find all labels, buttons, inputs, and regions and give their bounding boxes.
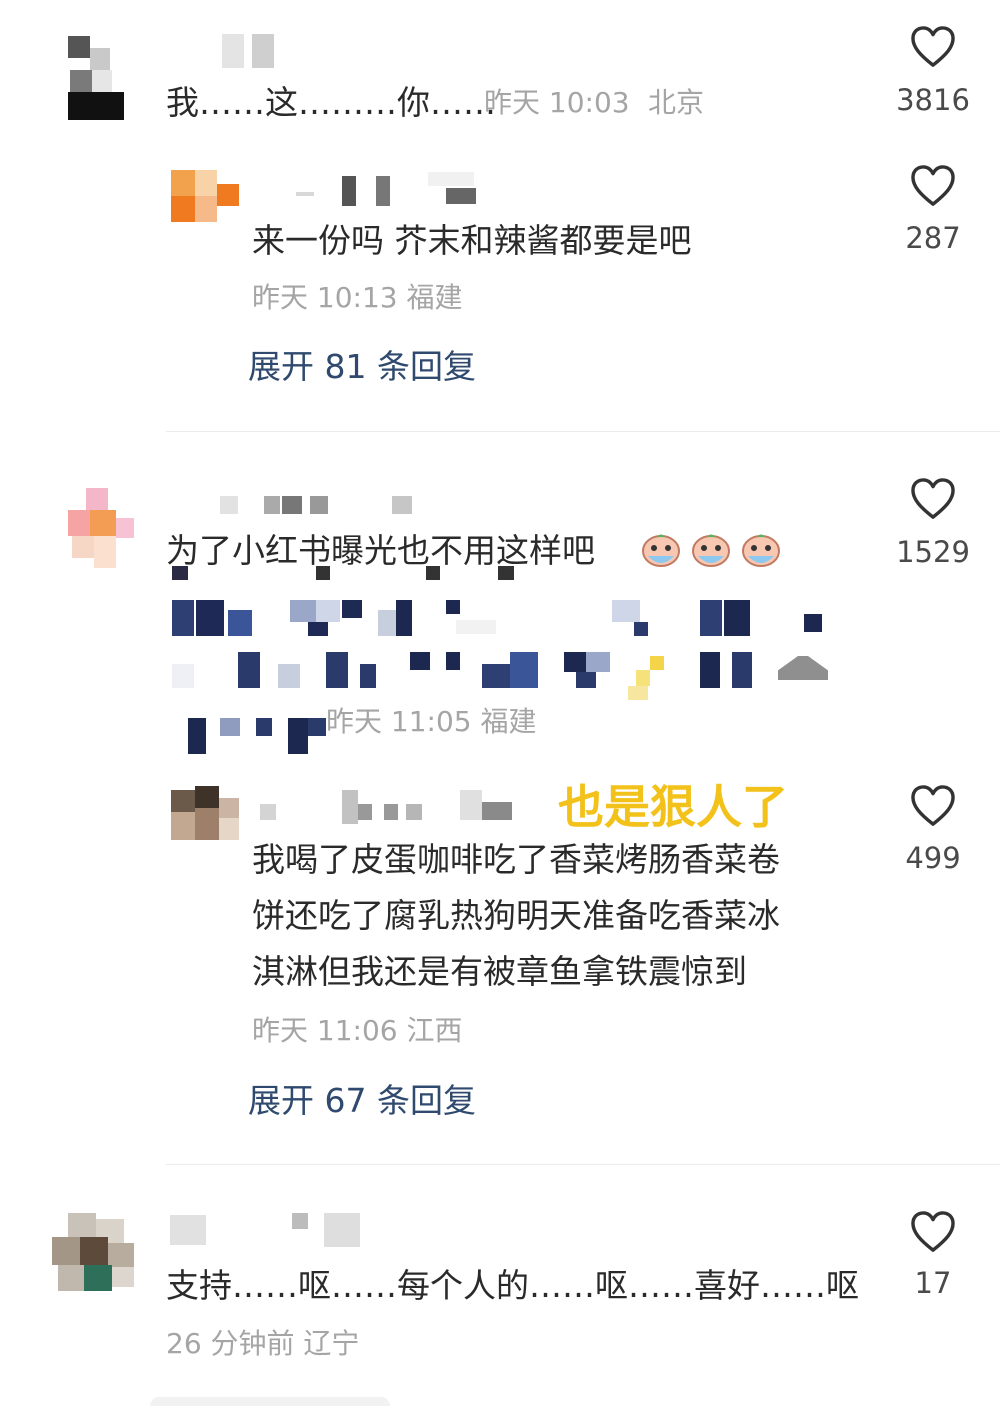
like-count: 3816 [896, 83, 970, 117]
comment-3: 支持……呕……每个人的……呕……喜好……呕 26 分钟前 辽宁 17 [0, 1165, 1000, 1406]
comment-text: 我……这………你…… [166, 83, 496, 122]
comment-location: 北京 [648, 86, 705, 119]
expand-replies-button[interactable]: 展开 67 条回复 [248, 1084, 476, 1117]
avatar[interactable] [66, 488, 136, 572]
comment-text: 支持……呕……每个人的……呕……喜好……呕 [166, 1266, 859, 1305]
like-count: 287 [905, 221, 961, 255]
reply-meta: 昨天 10:13 福建 [252, 281, 463, 314]
reply-username-blurred[interactable] [256, 790, 518, 824]
heart-outline-icon[interactable] [910, 26, 956, 68]
reply-text: 来一份吗 芥末和辣酱都要是吧 [252, 221, 692, 260]
reply-text-line: 饼还吃了腐乳热狗明天准备吃香菜冰 [252, 896, 780, 935]
comment-meta: 昨天 11:05 福建 [326, 705, 537, 738]
annotation-text: 也是狠人了 [558, 780, 788, 834]
avatar[interactable] [66, 36, 126, 120]
comment-text: 为了小红书曝光也不用这样吧 [166, 531, 595, 570]
like-count: 499 [905, 841, 961, 875]
like-count: 1529 [896, 535, 970, 569]
reply-avatar[interactable] [171, 786, 241, 842]
avatar[interactable] [52, 1213, 136, 1297]
username-blurred[interactable] [222, 34, 278, 68]
comment-2: 为了小红书曝光也不用这样吧 昨天 11:05 福建 1529 也是狠人了 我喝了… [0, 432, 1000, 1162]
expand-replies-button[interactable]: 展开 81 条回复 [248, 350, 476, 383]
reply-username-blurred[interactable] [296, 172, 516, 206]
like-count: 17 [914, 1266, 952, 1300]
comment-time: 昨天 10:03 [484, 86, 630, 119]
reply-avatar[interactable] [171, 170, 241, 222]
heart-outline-icon[interactable] [910, 1211, 956, 1253]
username-blurred[interactable] [170, 1213, 370, 1247]
username-blurred[interactable] [170, 492, 420, 516]
next-comment-avatar [150, 1397, 390, 1406]
heart-outline-icon[interactable] [910, 785, 956, 827]
reply-text-line: 淇淋但我还是有被章鱼拿铁震惊到 [252, 952, 747, 991]
reply-meta: 昨天 11:06 江西 [252, 1014, 463, 1047]
reply-text-line: 我喝了皮蛋咖啡吃了香菜烤肠香菜卷 [252, 840, 780, 879]
heart-outline-icon[interactable] [910, 478, 956, 520]
heart-outline-icon[interactable] [910, 165, 956, 207]
comment-meta: 26 分钟前 辽宁 [166, 1327, 360, 1360]
comment-1: 我……这………你…… 昨天 10:03 北京 3816 来一份吗 芥末和辣酱都要… [0, 0, 1000, 430]
